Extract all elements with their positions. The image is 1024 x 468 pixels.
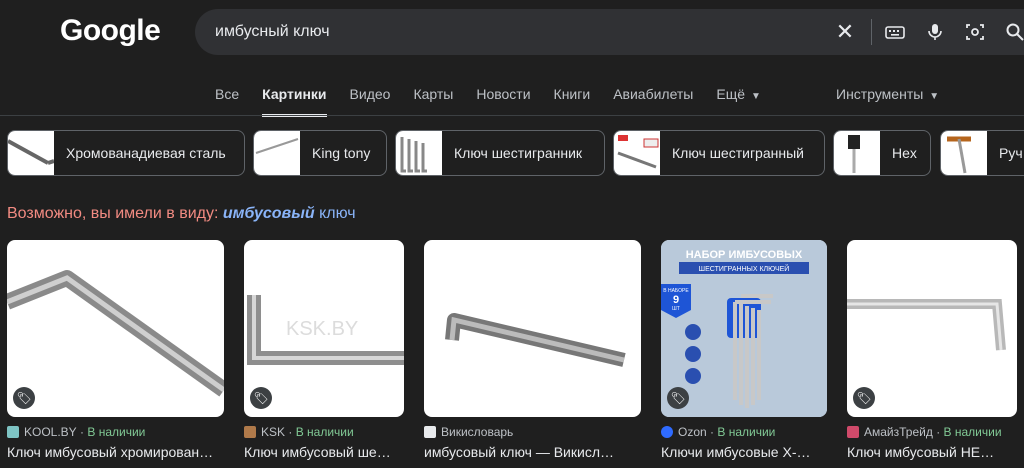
chip-thumbnail bbox=[396, 131, 442, 175]
chip-thumbnail bbox=[941, 131, 987, 175]
chip-hex-wrench[interactable]: Ключ шестигранный bbox=[613, 130, 825, 176]
separator: · bbox=[288, 425, 293, 439]
google-logo[interactable]: Google bbox=[60, 14, 161, 48]
search-box[interactable]: имбусный ключ ✕ bbox=[195, 9, 1024, 55]
badge-line3: ШТ bbox=[672, 306, 680, 312]
corrected-query-word[interactable]: имбусовый bbox=[223, 205, 315, 222]
image-result[interactable]: Викисловарь имбусовый ключ — Викисл… bbox=[424, 240, 641, 460]
search-tabs: Все Картинки Видео Карты Новости Книги А… bbox=[215, 86, 784, 117]
chip-thumbnail bbox=[254, 131, 300, 175]
microphone-icon[interactable] bbox=[925, 22, 945, 42]
chip-label: Hex bbox=[892, 145, 917, 161]
chip-label: Ключ шестигранник bbox=[454, 145, 583, 161]
chip-hex-key[interactable]: Ключ шестигранник bbox=[395, 130, 605, 176]
tab-flights[interactable]: Авиабилеты bbox=[613, 86, 693, 117]
result-source[interactable]: АмайзТрейд · В наличии bbox=[847, 425, 1017, 439]
tab-news[interactable]: Новости bbox=[476, 86, 530, 117]
shopping-tag-icon: 🏷 bbox=[667, 387, 689, 409]
chip-label: Хромованадиевая сталь bbox=[66, 145, 226, 161]
chip-thumbnail bbox=[614, 131, 660, 175]
badge-line2: 9 bbox=[673, 294, 679, 306]
favicon-icon bbox=[661, 426, 673, 438]
separator: · bbox=[80, 425, 85, 439]
result-title[interactable]: Ключ имбусовый хромирован… bbox=[7, 444, 224, 460]
result-title[interactable]: Ключи имбусовые Х-… bbox=[661, 444, 827, 460]
result-image[interactable]: 🏷 bbox=[847, 240, 1017, 417]
tab-maps[interactable]: Карты bbox=[413, 86, 453, 117]
favicon-icon bbox=[7, 426, 19, 438]
result-source[interactable]: Ozon · В наличии bbox=[661, 425, 827, 439]
image-result[interactable]: 🏷 KOOL.BY · В наличии Ключ имбусовый хро… bbox=[7, 240, 224, 460]
favicon-icon bbox=[847, 426, 859, 438]
result-source[interactable]: KSK · В наличии bbox=[244, 425, 404, 439]
clear-icon[interactable]: ✕ bbox=[835, 21, 855, 43]
source-name: Ozon bbox=[678, 425, 707, 439]
tab-more-label: Ещё bbox=[716, 86, 746, 102]
availability: В наличии bbox=[87, 425, 146, 439]
shopping-tag-icon: 🏷 bbox=[13, 387, 35, 409]
result-image[interactable]: 🏷 bbox=[7, 240, 224, 417]
tools-button[interactable]: Инструменты ▼ bbox=[836, 86, 939, 102]
tools-label: Инструменты bbox=[836, 86, 924, 102]
availability: В наличии bbox=[295, 425, 354, 439]
tab-videos[interactable]: Видео bbox=[350, 86, 391, 117]
did-you-mean-prefix: Возможно, вы имели в виду: bbox=[7, 205, 219, 222]
caret-down-icon: ▼ bbox=[929, 91, 940, 102]
corrected-query-rest[interactable]: ключ bbox=[319, 205, 356, 222]
result-source[interactable]: KOOL.BY · В наличии bbox=[7, 425, 224, 439]
image-result[interactable]: НАБОР ИМБУСОВЫХ ШЕСТИГРАННЫХ КЛЮЧЕЙ В НА… bbox=[661, 240, 827, 460]
source-name: KOOL.BY bbox=[24, 425, 77, 439]
image-result[interactable]: KSK.BY 🏷 KSK · В наличии Ключ имбусовый … bbox=[244, 240, 404, 460]
result-image[interactable] bbox=[424, 240, 641, 417]
separator: · bbox=[710, 425, 715, 439]
chip-chrome-vanadium[interactable]: Хромованадиевая сталь bbox=[7, 130, 245, 176]
header-divider bbox=[0, 115, 1024, 116]
favicon-icon bbox=[424, 426, 436, 438]
result-image[interactable]: KSK.BY 🏷 bbox=[244, 240, 404, 417]
search-divider bbox=[871, 19, 872, 45]
availability: В наличии bbox=[717, 425, 776, 439]
chip-king-tony[interactable]: King tony bbox=[253, 130, 387, 176]
source-name: Викисловарь bbox=[441, 425, 514, 439]
shopping-tag-icon: 🏷 bbox=[250, 387, 272, 409]
banner-line1: НАБОР ИМБУСОВЫХ bbox=[686, 249, 803, 261]
search-icon[interactable] bbox=[1005, 22, 1024, 42]
tab-more[interactable]: Ещё ▼ bbox=[716, 86, 761, 117]
chip-thumbnail bbox=[834, 131, 880, 175]
source-name: KSK bbox=[261, 425, 286, 439]
chip-thumbnail bbox=[8, 131, 54, 175]
caret-down-icon: ▼ bbox=[751, 91, 761, 102]
image-result[interactable]: 🏷 АмайзТрейд · В наличии Ключ имбусовый … bbox=[847, 240, 1017, 460]
search-input[interactable]: имбусный ключ bbox=[215, 23, 330, 41]
tab-books[interactable]: Книги bbox=[554, 86, 591, 117]
source-name: АмайзТрейд bbox=[864, 425, 933, 439]
result-source[interactable]: Викисловарь bbox=[424, 425, 641, 439]
chip-label: Руч bbox=[999, 145, 1023, 161]
shopping-tag-icon: 🏷 bbox=[853, 387, 875, 409]
banner-line2: ШЕСТИГРАННЫХ КЛЮЧЕЙ bbox=[699, 264, 790, 273]
result-image[interactable]: НАБОР ИМБУСОВЫХ ШЕСТИГРАННЫХ КЛЮЧЕЙ В НА… bbox=[661, 240, 827, 417]
camera-lens-icon[interactable] bbox=[965, 22, 985, 42]
result-title[interactable]: имбусовый ключ — Викисл… bbox=[424, 444, 641, 460]
result-title[interactable]: Ключ имбусовый ше… bbox=[244, 444, 404, 460]
result-title[interactable]: Ключ имбусовый НЕ… bbox=[847, 444, 1017, 460]
tab-all[interactable]: Все bbox=[215, 86, 239, 117]
favicon-icon bbox=[244, 426, 256, 438]
chip-hex[interactable]: Hex bbox=[833, 130, 931, 176]
watermark: KSK.BY bbox=[286, 318, 358, 340]
chip-handle[interactable]: Руч bbox=[940, 130, 1024, 176]
separator: · bbox=[936, 425, 941, 439]
did-you-mean: Возможно, вы имели в виду: имбусовый клю… bbox=[7, 205, 356, 223]
availability: В наличии bbox=[943, 425, 1002, 439]
chip-label: Ключ шестигранный bbox=[672, 145, 804, 161]
tab-images[interactable]: Картинки bbox=[262, 86, 327, 117]
chip-label: King tony bbox=[312, 145, 371, 161]
keyboard-icon[interactable] bbox=[885, 22, 905, 42]
